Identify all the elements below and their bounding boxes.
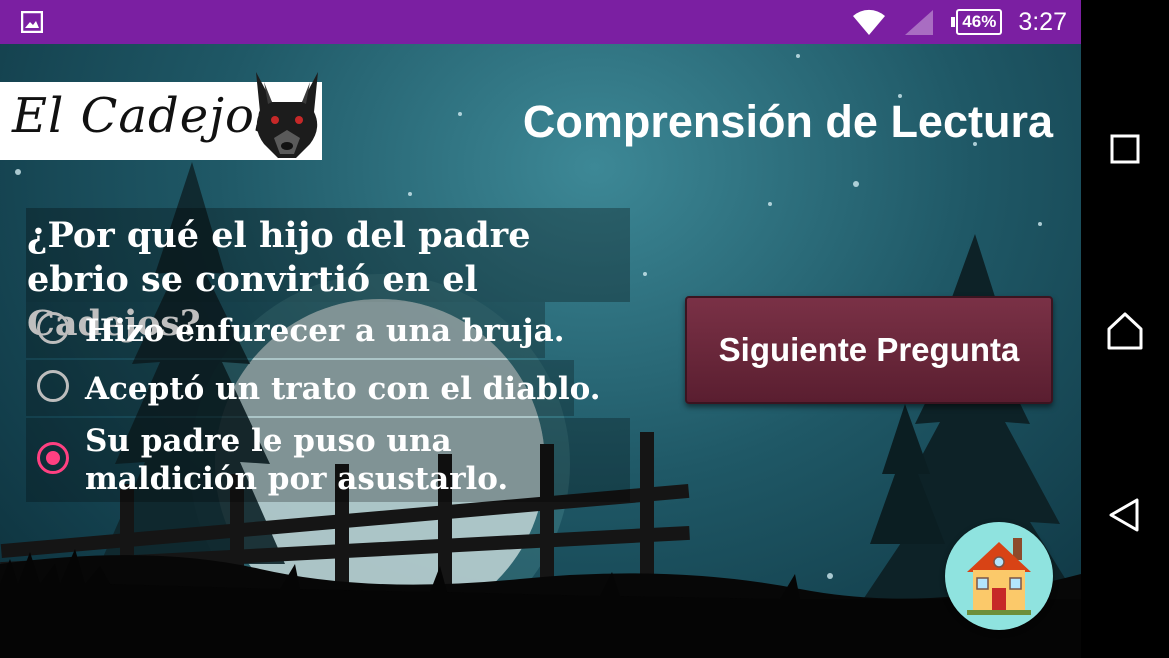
battery-percent: 46% [956,9,1003,35]
option-label: Aceptó un trato con el diablo. [85,371,601,407]
house-icon [967,538,1031,615]
status-bar: 46% 3:27 [0,0,1081,44]
radio-button[interactable] [37,312,69,344]
option-label: Hizo enfurecer a una bruja. [85,313,565,349]
battery-icon: 46% [951,9,1003,35]
navigation-bar [1081,0,1169,658]
radio-button[interactable] [37,370,69,402]
clock-time: 3:27 [1018,7,1067,36]
next-question-button[interactable]: Siguiente Pregunta [685,296,1053,404]
gallery-icon [21,11,43,33]
back-icon[interactable] [1100,490,1150,540]
answer-option-3[interactable]: Su padre le puso una maldición por asust… [37,422,627,498]
wolf-head-icon [256,72,318,158]
radio-button-selected[interactable] [37,442,69,474]
signal-icon [905,10,934,35]
logo-text: El Cadejos [12,88,281,144]
recents-icon[interactable] [1100,124,1150,174]
answer-option-1[interactable]: Hizo enfurecer a una bruja. [37,312,565,350]
answer-option-2[interactable]: Aceptó un trato con el diablo. [37,370,601,408]
home-icon[interactable] [1100,306,1150,356]
app-logo: El Cadejos [0,72,322,160]
option-label: Su padre le puso una maldición por asust… [85,423,509,497]
home-button[interactable] [945,522,1053,630]
game-scene: El Cadejos Comprensión de Lectura ¿Por q… [0,44,1081,658]
wifi-icon [853,9,886,35]
page-title: Comprensión de Lectura [522,96,1053,147]
